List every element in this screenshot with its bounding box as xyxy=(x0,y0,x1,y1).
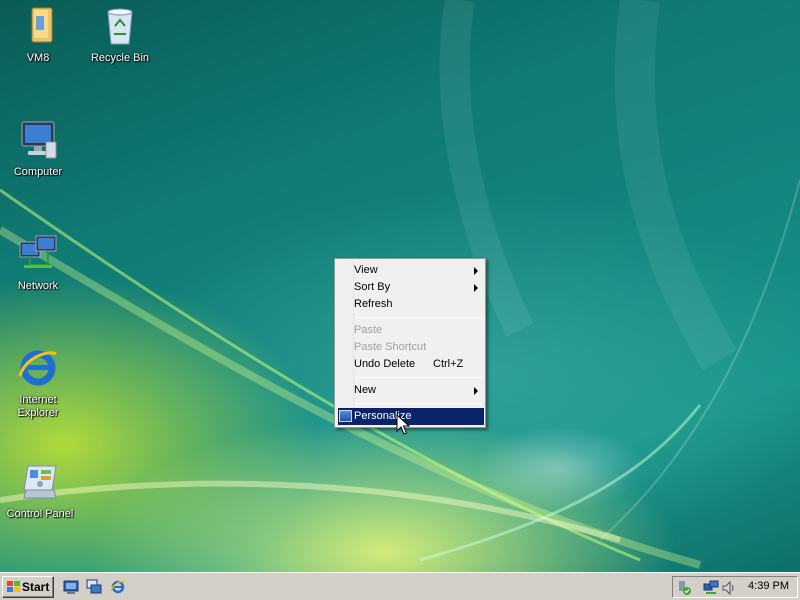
mouse-cursor-icon xyxy=(396,414,410,435)
system-tray: 4:39 PM xyxy=(672,576,798,598)
menu-item-personalize[interactable]: Personalize xyxy=(338,408,484,425)
internet-explorer-icon xyxy=(16,346,60,390)
desktop-context-menu: View Sort By Refresh Paste Paste Shortcu… xyxy=(334,258,486,428)
folder-icon xyxy=(16,4,60,48)
desktop-icon-label: Recycle Bin xyxy=(90,52,150,64)
desktop-icon-internet-explorer[interactable]: Internet Explorer xyxy=(0,346,76,420)
start-button[interactable]: Start xyxy=(2,576,54,598)
menu-item-label: New xyxy=(354,384,377,396)
menu-item-label: Refresh xyxy=(354,298,393,310)
menu-item-label: Undo Delete xyxy=(354,358,416,370)
menu-item-shortcut: Ctrl+Z xyxy=(433,358,464,370)
computer-icon xyxy=(16,118,60,162)
desktop-icon-label: Internet Explorer xyxy=(17,394,59,419)
start-label: Start xyxy=(22,580,50,594)
menu-item-label: Sort By xyxy=(354,281,391,293)
menu-separator xyxy=(355,317,482,318)
clock[interactable]: 4:39 PM xyxy=(748,580,789,592)
menu-item-label: Paste xyxy=(354,324,383,336)
submenu-arrow-icon xyxy=(474,284,478,292)
menu-separator xyxy=(355,377,482,378)
desktop-icon-label: VM8 xyxy=(26,52,50,64)
network-icon[interactable] xyxy=(703,580,719,596)
safely-remove-icon[interactable] xyxy=(676,580,692,596)
desktop-icon-computer[interactable]: Computer xyxy=(0,118,76,179)
desktop-icon-network[interactable]: Network xyxy=(0,232,76,293)
internet-explorer-icon[interactable] xyxy=(110,579,126,595)
menu-item-undo-delete[interactable]: Undo Delete Ctrl+Z xyxy=(338,356,484,373)
menu-item-label: Paste Shortcut xyxy=(354,341,427,353)
windows-flag-icon xyxy=(7,581,20,592)
menu-item-paste: Paste xyxy=(338,322,484,339)
desktop-icon-label: Control Panel xyxy=(6,508,74,520)
menu-item-paste-shortcut: Paste Shortcut xyxy=(338,339,484,356)
desktop-icon-control-panel[interactable]: Control Panel xyxy=(2,460,78,521)
personalize-icon xyxy=(339,410,352,422)
menu-item-view[interactable]: View xyxy=(338,262,484,279)
menu-item-new[interactable]: New xyxy=(338,382,484,399)
menu-item-sort-by[interactable]: Sort By xyxy=(338,279,484,296)
desktop-icon-label: Computer xyxy=(13,166,63,178)
control-panel-icon xyxy=(18,460,62,504)
menu-item-refresh[interactable]: Refresh xyxy=(338,296,484,313)
desktop-icon-vm8[interactable]: VM8 xyxy=(0,4,76,65)
show-desktop-icon[interactable] xyxy=(63,579,79,595)
submenu-arrow-icon xyxy=(474,387,478,395)
menu-separator xyxy=(355,403,482,404)
recycle-bin-icon xyxy=(98,4,142,48)
submenu-arrow-icon xyxy=(474,267,478,275)
volume-icon[interactable] xyxy=(721,580,737,596)
network-icon xyxy=(16,232,60,276)
desktop-icon-recycle-bin[interactable]: Recycle Bin xyxy=(82,4,158,65)
switch-windows-icon[interactable] xyxy=(86,579,102,595)
menu-item-label: View xyxy=(354,264,378,276)
desktop-icon-label: Network xyxy=(17,280,59,292)
taskbar: Start 4:39 PM xyxy=(0,572,800,600)
